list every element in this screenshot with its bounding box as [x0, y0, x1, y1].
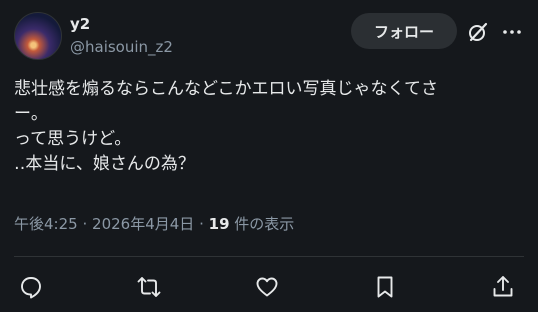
tweet-line: ‥本当に、娘さんの為？ [14, 154, 195, 174]
bookmark-icon[interactable] [372, 274, 398, 300]
view-label: 件の表示 [234, 215, 295, 233]
retweet-icon[interactable] [136, 274, 162, 300]
tweet-line: って思うけど。 [14, 129, 132, 149]
meta-separator: · [199, 215, 204, 233]
grok-icon[interactable] [467, 21, 489, 43]
reply-icon[interactable] [18, 274, 44, 300]
tweet-date[interactable]: 2026年4月4日 [92, 215, 194, 233]
display-name[interactable]: y2 [70, 15, 90, 33]
tweet-text: 悲壮感を煽るならこんなどこかエロい写真じゃなくてさ ー。 って思うけど。 ‥本当… [14, 77, 528, 177]
tweet-time[interactable]: 午後4:25 [14, 215, 78, 233]
more-icon[interactable] [501, 21, 523, 43]
user-handle[interactable]: @haisouin_z2 [70, 38, 173, 56]
follow-button[interactable]: フォロー [351, 13, 457, 49]
meta-separator: · [82, 215, 88, 233]
share-icon[interactable] [490, 274, 516, 300]
view-count: 19 [208, 215, 230, 233]
divider [14, 256, 524, 257]
tweet-meta: 午後4:25 · 2026年4月4日 · 19 件の表示 [14, 213, 294, 234]
tweet-line: 悲壮感を煽るならこんなどこかエロい写真じゃなくてさ [14, 79, 438, 99]
tweet-line: ー。 [14, 104, 48, 124]
avatar[interactable] [14, 12, 62, 60]
like-icon[interactable] [254, 274, 280, 300]
